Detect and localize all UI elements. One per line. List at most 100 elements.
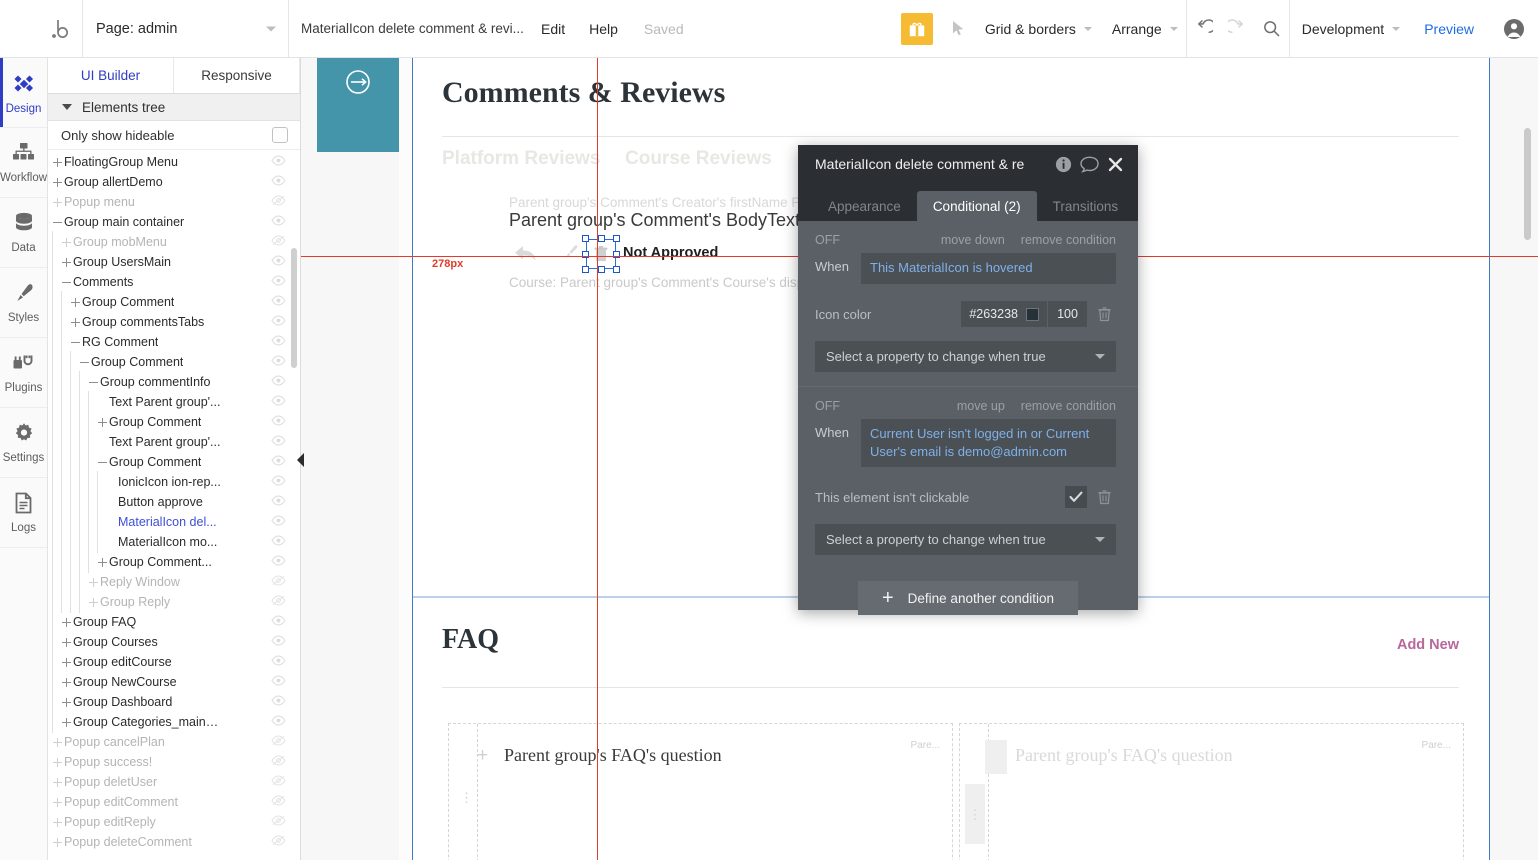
gift-icon[interactable]	[900, 12, 933, 45]
plus-icon[interactable]: +	[477, 746, 488, 765]
tree-scrollbar[interactable]	[291, 248, 297, 368]
drag-handle-icon[interactable]: ⋮	[965, 784, 985, 844]
eye-hidden-icon[interactable]	[271, 595, 286, 609]
eye-visible-icon[interactable]	[271, 215, 286, 229]
faq-card[interactable]: Parent group's FAQ's question Pare... ⋮	[959, 723, 1464, 860]
eye-visible-icon[interactable]	[271, 155, 286, 169]
expand-icon[interactable]	[52, 177, 63, 188]
trash-icon[interactable]	[1092, 489, 1116, 505]
expand-icon[interactable]	[61, 717, 72, 728]
tab-transitions[interactable]: Transitions	[1037, 191, 1135, 221]
opacity-value-field[interactable]: 100	[1047, 301, 1087, 327]
tree-node[interactable]: Popup success!	[48, 752, 300, 772]
sidebar-item-workflow[interactable]: Workflow	[0, 128, 47, 198]
tree-node[interactable]: Group Dashboard	[48, 691, 300, 713]
tree-node[interactable]: Group Comment	[48, 351, 300, 373]
faq-add-new-button[interactable]: Add New	[1397, 637, 1459, 653]
collapse-left-icon[interactable]	[295, 447, 307, 473]
undo-icon[interactable]	[1187, 0, 1221, 57]
select-property-dropdown[interactable]: Select a property to change when true	[815, 341, 1116, 372]
when-expression[interactable]: This MaterialIcon is hovered	[861, 253, 1116, 284]
bubble-logo-icon[interactable]	[42, 0, 82, 57]
expand-icon[interactable]	[88, 577, 99, 588]
elements-tree-header[interactable]: Elements tree	[48, 94, 300, 121]
tree-node[interactable]: Group Comment...	[48, 551, 300, 573]
tree-node[interactable]: MaterialIcon del...	[48, 511, 300, 533]
tree-node[interactable]: Popup cancelPlan	[48, 732, 300, 752]
tree-node[interactable]: Group main container	[48, 212, 300, 232]
comment-body-text[interactable]: Parent group's Comment's BodyText	[509, 210, 800, 231]
comment-bubble-icon[interactable]	[1076, 156, 1102, 173]
expand-icon[interactable]	[61, 657, 72, 668]
select-property-dropdown[interactable]: Select a property to change when true	[815, 524, 1116, 555]
eye-visible-icon[interactable]	[271, 415, 286, 429]
eye-visible-icon[interactable]	[271, 475, 286, 489]
tab-ui-builder[interactable]: UI Builder	[48, 58, 174, 93]
tree-node[interactable]: Group UsersMain	[48, 251, 300, 273]
expand-icon[interactable]	[61, 257, 72, 268]
sidebar-item-styles[interactable]: Styles	[0, 268, 47, 338]
edit-button[interactable]: Edit	[529, 0, 577, 57]
eye-hidden-icon[interactable]	[271, 575, 286, 589]
tree-node[interactable]: Popup deleteComment	[48, 832, 300, 852]
expand-icon[interactable]	[70, 297, 81, 308]
eye-hidden-icon[interactable]	[271, 735, 286, 749]
trash-icon[interactable]	[1092, 306, 1116, 322]
eye-visible-icon[interactable]	[271, 275, 286, 289]
eye-visible-icon[interactable]	[271, 295, 286, 309]
condition-remove-button[interactable]: remove condition	[1021, 399, 1116, 413]
collapse-icon[interactable]	[88, 377, 99, 388]
expand-icon[interactable]	[61, 617, 72, 628]
tree-node[interactable]: Group Comment	[48, 451, 300, 473]
condition-remove-button[interactable]: remove condition	[1021, 233, 1116, 247]
eye-hidden-icon[interactable]	[271, 835, 286, 849]
user-avatar-icon[interactable]	[1490, 18, 1538, 40]
plus-icon[interactable]	[985, 740, 1007, 774]
property-editor-dialog[interactable]: MaterialIcon delete comment & re Appeara…	[798, 145, 1138, 615]
tree-node[interactable]: Group commentsTabs	[48, 311, 300, 333]
resize-handle-sw[interactable]	[582, 266, 589, 273]
tree-node[interactable]: Group Categories_mainC...	[48, 711, 300, 733]
tree-node[interactable]: Button approve	[48, 491, 300, 513]
eye-visible-icon[interactable]	[271, 535, 286, 549]
resize-handle-s[interactable]	[597, 266, 605, 273]
sidebar-item-data[interactable]: Data	[0, 198, 47, 268]
eye-visible-icon[interactable]	[271, 395, 286, 409]
condition-state[interactable]: OFF	[815, 399, 840, 413]
eye-visible-icon[interactable]	[271, 715, 286, 729]
tree-node[interactable]: Reply Window	[48, 571, 300, 593]
expand-icon[interactable]	[52, 797, 63, 808]
expand-icon[interactable]	[61, 697, 72, 708]
eye-visible-icon[interactable]	[271, 175, 286, 189]
dialog-header[interactable]: MaterialIcon delete comment & re	[798, 145, 1138, 183]
tree-node[interactable]: Popup menu	[48, 192, 300, 212]
resize-handle-n[interactable]	[597, 235, 605, 242]
eye-hidden-icon[interactable]	[271, 195, 286, 209]
color-swatch[interactable]	[1026, 307, 1039, 321]
tree-node[interactable]: Group allertDemo	[48, 172, 300, 192]
tree-node[interactable]: Group editCourse	[48, 651, 300, 673]
expand-icon[interactable]	[52, 157, 63, 168]
redo-icon[interactable]	[1221, 0, 1255, 57]
info-icon[interactable]	[1050, 156, 1076, 173]
preview-button[interactable]: Preview	[1408, 21, 1490, 37]
only-show-hideable-checkbox[interactable]	[272, 127, 288, 143]
expand-icon[interactable]	[61, 637, 72, 648]
condition-state[interactable]: OFF	[815, 233, 840, 247]
floating-menu-block[interactable]	[317, 58, 399, 152]
tree-node[interactable]: Popup deletUser	[48, 772, 300, 792]
eye-hidden-icon[interactable]	[271, 235, 286, 249]
eye-visible-icon[interactable]	[271, 255, 286, 269]
eye-visible-icon[interactable]	[271, 495, 286, 509]
resize-handle-nw[interactable]	[582, 235, 589, 242]
selected-element-name[interactable]: MaterialIcon delete comment & revi...	[289, 0, 529, 57]
tree-node[interactable]: Group Comment	[48, 291, 300, 313]
expand-icon[interactable]	[52, 777, 63, 788]
tree-node[interactable]: RG Comment	[48, 331, 300, 353]
tree-node[interactable]: Popup editReply	[48, 812, 300, 832]
section-faq[interactable]: FAQ Add New + Parent group's FAQ's quest…	[413, 604, 1489, 860]
arrange-menu[interactable]: Arrange	[1100, 0, 1186, 57]
tree-node[interactable]: IonicIcon ion-rep...	[48, 471, 300, 493]
help-button[interactable]: Help	[577, 0, 630, 57]
search-icon[interactable]	[1255, 0, 1289, 57]
